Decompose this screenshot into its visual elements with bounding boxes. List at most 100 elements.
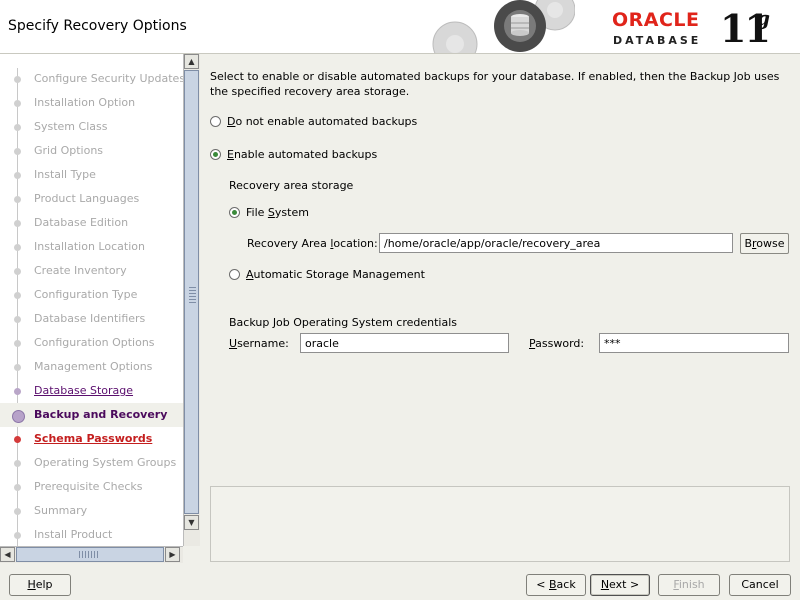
next-mnemonic: N — [600, 578, 610, 591]
file-system-label[interactable]: File System — [246, 206, 309, 219]
nav-step-label: Operating System Groups — [34, 456, 177, 469]
nav-step: Operating System Groups — [0, 451, 183, 475]
nav-step-label: Configuration Options — [34, 336, 155, 349]
recovery-location-label: Recovery Area location: — [247, 237, 378, 250]
scroll-grip-icon — [189, 287, 196, 303]
step-dot-icon — [14, 76, 21, 83]
credentials-heading: Backup Job Operating System credentials — [229, 316, 457, 329]
step-dot-icon — [14, 196, 21, 203]
password-input[interactable]: *** — [599, 333, 789, 353]
nav-step-label: Database Edition — [34, 216, 129, 229]
help-mnemonic: H — [27, 578, 36, 591]
finish-rest: inish — [678, 578, 705, 591]
nav-step: Create Inventory — [0, 259, 183, 283]
asm-mnemonic: A — [246, 268, 254, 281]
cancel-button[interactable]: Cancel — [729, 574, 791, 596]
disable-backups-radio[interactable] — [210, 116, 221, 127]
browse-pre: B — [744, 237, 753, 250]
nav-step: Installation Location — [0, 235, 183, 259]
browse-rest: owse — [756, 237, 785, 250]
nav-step-label: Create Inventory — [34, 264, 127, 277]
disable-backups-label[interactable]: Do not enable automated backups — [227, 115, 417, 128]
password-label: Password: — [529, 337, 584, 350]
page-description: Select to enable or disable automated ba… — [210, 70, 780, 98]
fs-rest: ystem — [274, 206, 309, 219]
back-button[interactable]: < Back — [526, 574, 586, 596]
step-dot-icon — [14, 244, 21, 251]
asm-label[interactable]: Automatic Storage Management — [246, 268, 425, 281]
nav-step: Management Options — [0, 355, 183, 379]
loc-pre: Recovery Area — [247, 237, 331, 250]
hscroll-thumb[interactable] — [16, 547, 164, 562]
loc-rest: ocation: — [333, 237, 378, 250]
step-dot-icon — [14, 460, 21, 467]
nav-step[interactable]: Schema Passwords — [0, 427, 183, 451]
nav-step: Summary — [0, 499, 183, 523]
enable-backups-label[interactable]: Enable automated backups — [227, 148, 377, 161]
nav-step-label: Configuration Type — [34, 288, 138, 301]
nav-step: Install Product — [0, 523, 183, 546]
step-dot-icon — [14, 316, 21, 323]
steps-panel: Configure Security Updates Installation O… — [0, 54, 200, 563]
finish-button[interactable]: Finish — [658, 574, 720, 596]
nav-step: Configure Security Updates — [0, 67, 183, 91]
help-button[interactable]: Help — [9, 574, 71, 596]
enable-mnemonic: E — [227, 148, 234, 161]
hscroll-grip-icon — [79, 551, 99, 558]
nav-step[interactable]: Database Storage — [0, 379, 183, 403]
horizontal-scrollbar[interactable]: ◀ ▶ — [0, 546, 183, 563]
step-dot-icon — [14, 388, 21, 395]
next-rest: ext > — [609, 578, 640, 591]
version-suffix: g — [756, 6, 770, 30]
recovery-storage-heading: Recovery area storage — [229, 179, 354, 192]
nav-step-label: Database Identifiers — [34, 312, 146, 325]
step-dot-icon — [14, 100, 21, 107]
nav-step-label: Configure Security Updates — [34, 72, 183, 85]
nav-step-label: System Class — [34, 120, 108, 133]
nav-step-label: Installation Option — [34, 96, 136, 109]
recovery-location-input[interactable]: /home/oracle/app/oracle/recovery_area — [379, 233, 733, 253]
vertical-scrollbar[interactable]: ▲ ▼ — [183, 54, 200, 546]
nav-step-label: Install Product — [34, 528, 113, 541]
step-dot-icon — [14, 220, 21, 227]
steps-list: Configure Security Updates Installation O… — [0, 54, 183, 546]
nav-step-label: Database Storage — [34, 384, 134, 397]
nav-step: Product Languages — [0, 187, 183, 211]
file-system-radio[interactable] — [229, 207, 240, 218]
scroll-right-button[interactable]: ▶ — [165, 547, 180, 562]
step-dot-icon — [14, 340, 21, 347]
nav-step: Database Edition — [0, 211, 183, 235]
step-dot-icon — [14, 364, 21, 371]
scroll-up-button[interactable]: ▲ — [184, 54, 199, 69]
scroll-left-button[interactable]: ◀ — [0, 547, 15, 562]
nav-step-label: Management Options — [34, 360, 153, 373]
username-input[interactable]: oracle — [300, 333, 509, 353]
step-dot-icon — [12, 410, 25, 423]
browse-button[interactable]: Browse — [740, 233, 789, 254]
nav-step: Installation Option — [0, 91, 183, 115]
asm-rest: utomatic Storage Management — [253, 268, 425, 281]
step-dot-icon — [14, 508, 21, 515]
nav-step-label: Schema Passwords — [34, 432, 153, 445]
enable-backups-radio[interactable] — [210, 149, 221, 160]
page-title: Specify Recovery Options — [8, 18, 187, 34]
nav-step: Prerequisite Checks — [0, 475, 183, 499]
asm-radio[interactable] — [229, 269, 240, 280]
username-label: Username: — [229, 337, 289, 350]
back-mnemonic: B — [549, 578, 557, 591]
scroll-thumb[interactable] — [184, 70, 199, 514]
scroll-down-button[interactable]: ▼ — [184, 515, 199, 530]
next-button[interactable]: Next > — [590, 574, 650, 596]
step-dot-icon — [14, 484, 21, 491]
nav-step-label: Install Type — [34, 168, 96, 181]
step-dot-icon — [14, 268, 21, 275]
nav-step[interactable]: Backup and Recovery — [0, 403, 183, 427]
gears-graphic — [425, 0, 575, 53]
help-rest: elp — [35, 578, 53, 591]
nav-step-label: Prerequisite Checks — [34, 480, 143, 493]
nav-step: Configuration Options — [0, 331, 183, 355]
step-dot-icon — [14, 124, 21, 131]
username-mnemonic: U — [229, 337, 238, 350]
nav-step: Database Identifiers — [0, 307, 183, 331]
main-content: Select to enable or disable automated ba… — [200, 54, 800, 563]
